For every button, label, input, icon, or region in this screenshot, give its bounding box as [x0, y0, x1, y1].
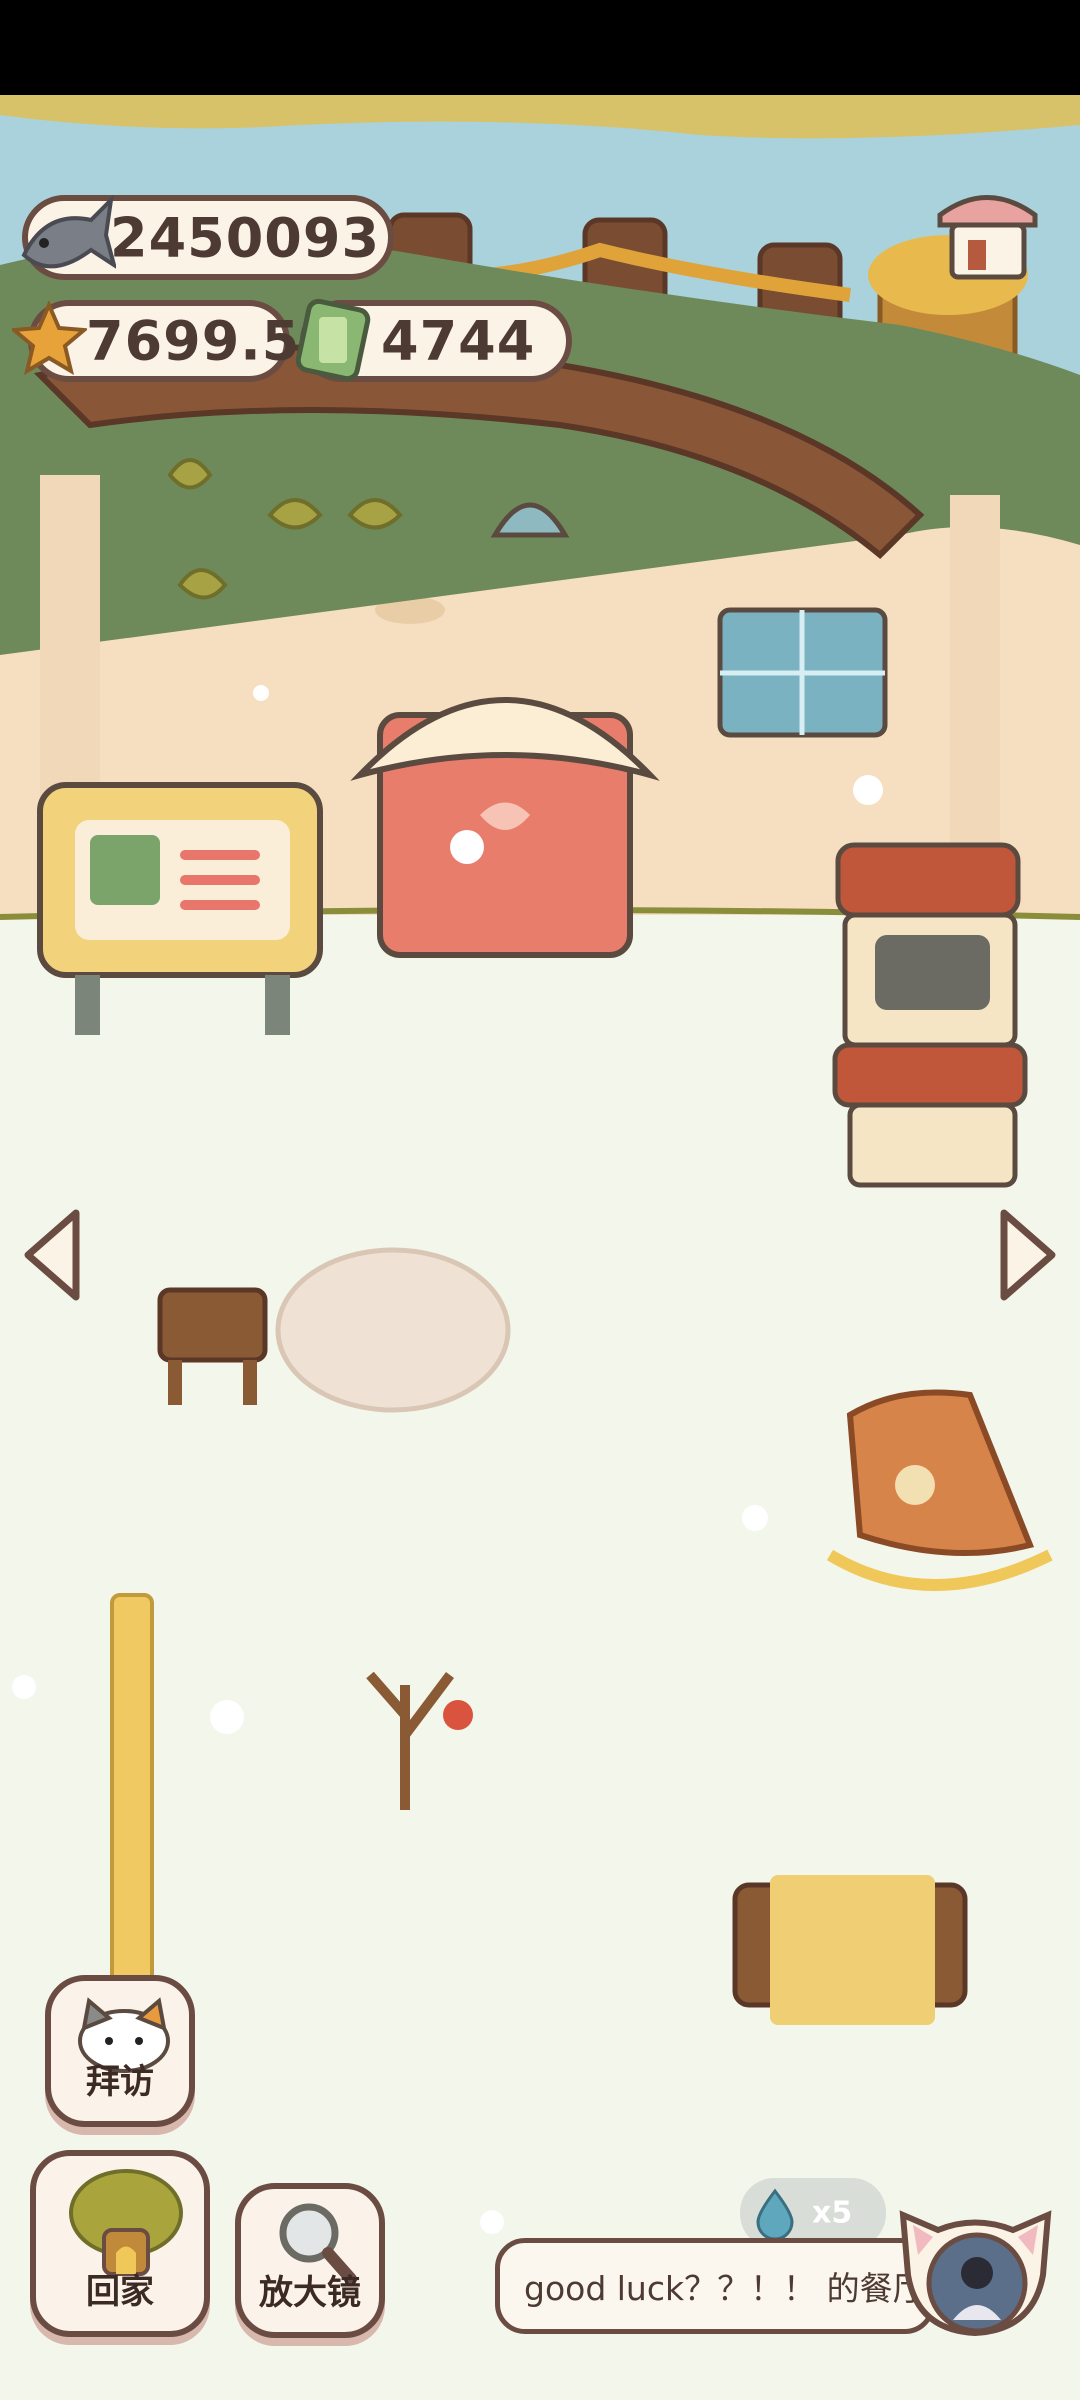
visit-button[interactable]: 拜访: [45, 1975, 195, 2127]
home-label: 回家: [86, 2272, 154, 2312]
snowflake: [253, 685, 269, 701]
magnifier-label: 放大镜: [259, 2273, 361, 2313]
home-button[interactable]: 回家: [30, 2150, 210, 2337]
avatar[interactable]: [893, 2195, 1058, 2340]
snowflake: [742, 1505, 768, 1531]
snowflake: [450, 830, 484, 864]
ticket-icon: [295, 298, 371, 382]
snowflake: [210, 1700, 244, 1734]
home-tree-icon: [69, 2169, 183, 2276]
magnifier-button[interactable]: 放大镜: [235, 2183, 385, 2338]
snowflake: [480, 2210, 504, 2234]
fish-count: 2450093: [110, 206, 381, 269]
star-count: 7699.5: [86, 309, 301, 373]
fish-icon: [21, 195, 116, 269]
chevron-right-icon[interactable]: [992, 1205, 1062, 1305]
ticket-count: 4744: [381, 309, 536, 373]
chevron-left-icon[interactable]: [18, 1205, 88, 1305]
water-drop-icon: [756, 2188, 794, 2240]
shop-icon[interactable]: [930, 185, 1045, 285]
visit-label: 拜访: [86, 2062, 154, 2102]
star-icon: [12, 301, 87, 376]
snowflake: [853, 775, 883, 805]
status-bar: [0, 0, 1080, 95]
snowflake: [12, 1675, 36, 1699]
restaurant-name: good luck？？！！ 的餐厅: [524, 2269, 926, 2308]
restaurant-name-box[interactable]: good luck？？！！ 的餐厅: [495, 2238, 935, 2334]
water-count: x5: [812, 2195, 853, 2231]
